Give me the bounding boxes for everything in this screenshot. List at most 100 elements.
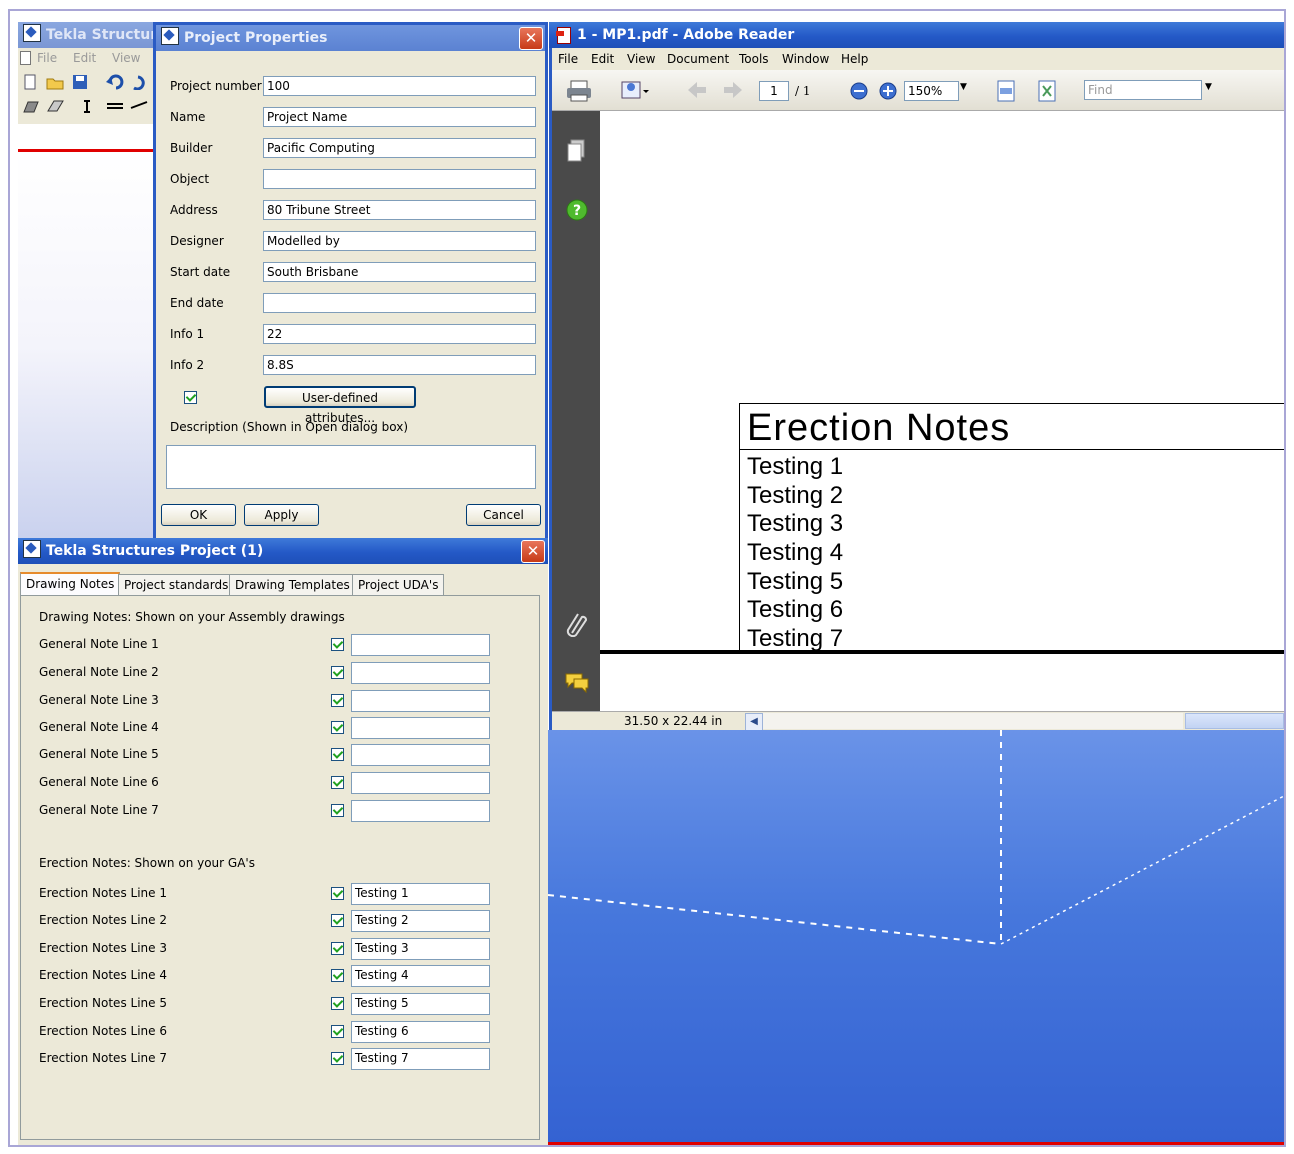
document-view[interactable]: Erection Notes Testing 1 Testing 2 Testi…: [600, 111, 1284, 681]
adobe-menu-window[interactable]: Window: [782, 52, 829, 66]
tekla-main-titlebar[interactable]: Tekla Structures: [18, 22, 168, 48]
zoom-out-icon[interactable]: [850, 82, 868, 100]
tekla-menu-file[interactable]: File: [37, 51, 57, 65]
erection-note-checkbox[interactable]: [331, 942, 344, 955]
address-field[interactable]: 80 Tribune Street: [263, 200, 536, 220]
info-2-field[interactable]: 8.8S: [263, 355, 536, 375]
pages-panel-icon[interactable]: [566, 139, 586, 163]
find-dropdown-arrow-icon[interactable]: ▼: [1205, 82, 1212, 92]
print-icon[interactable]: [566, 80, 592, 102]
tekla-menu-edit[interactable]: Edit: [73, 51, 96, 65]
erection-note-field[interactable]: Testing 1: [351, 883, 490, 905]
email-icon[interactable]: [620, 78, 650, 102]
adobe-menu-edit[interactable]: Edit: [591, 52, 614, 66]
general-note-checkbox[interactable]: [331, 638, 344, 651]
fit-page-icon[interactable]: [1037, 80, 1057, 102]
tab-drawing-templates[interactable]: Drawing Templates: [229, 574, 356, 595]
tab-project-udas[interactable]: Project UDA's: [352, 574, 445, 595]
erection-note-checkbox[interactable]: [331, 1052, 344, 1065]
erection-note-checkbox[interactable]: [331, 997, 344, 1010]
redo-icon[interactable]: [130, 74, 148, 92]
object-field[interactable]: [263, 169, 536, 189]
general-note-checkbox[interactable]: [331, 721, 344, 734]
erection-note-field[interactable]: Testing 3: [351, 938, 490, 960]
description-label: Description (Shown in Open dialog box): [170, 420, 409, 434]
general-note-field[interactable]: [351, 800, 490, 822]
start-date-field[interactable]: South Brisbane: [263, 262, 536, 282]
page-number-input[interactable]: 1: [759, 81, 789, 101]
builder-field[interactable]: Pacific Computing: [263, 138, 536, 158]
adobe-reader-titlebar[interactable]: 1 - MP1.pdf - Adobe Reader: [549, 22, 1284, 48]
erection-note-field[interactable]: Testing 7: [351, 1048, 490, 1070]
column-icon[interactable]: [82, 98, 100, 116]
project-window-close-button[interactable]: ✕: [521, 540, 545, 563]
next-page-icon[interactable]: [722, 80, 744, 100]
tekla-menu-view[interactable]: View: [112, 51, 140, 65]
erection-note-field[interactable]: Testing 2: [351, 910, 490, 932]
general-note-field[interactable]: [351, 690, 490, 712]
adobe-menu-tools[interactable]: Tools: [739, 52, 769, 66]
tab-drawing-notes[interactable]: Drawing Notes: [20, 572, 121, 595]
undo-icon[interactable]: [106, 74, 124, 92]
erection-note-checkbox[interactable]: [331, 914, 344, 927]
attachments-icon[interactable]: [566, 611, 588, 638]
zoom-dropdown-arrow-icon[interactable]: ▼: [960, 82, 967, 92]
uda-checkbox[interactable]: [184, 391, 197, 404]
eraser-icon[interactable]: [46, 98, 64, 116]
tekla-3d-view[interactable]: [548, 730, 1284, 1145]
erection-note-field[interactable]: Testing 5: [351, 993, 490, 1015]
project-properties-close-button[interactable]: ✕: [519, 27, 543, 50]
fit-width-icon[interactable]: [996, 80, 1016, 102]
erection-note-checkbox[interactable]: [331, 1025, 344, 1038]
horizontal-scrollbar-track[interactable]: [763, 713, 1183, 729]
adobe-menu-document[interactable]: Document: [667, 52, 729, 66]
user-defined-attributes-button[interactable]: User-defined attributes...: [264, 386, 416, 425]
end-date-field[interactable]: [263, 293, 536, 313]
open-folder-icon[interactable]: [46, 74, 64, 92]
zoom-in-icon[interactable]: [879, 82, 897, 100]
general-note-field[interactable]: [351, 717, 490, 739]
general-note-checkbox[interactable]: [331, 776, 344, 789]
part-tool-icon[interactable]: [22, 98, 40, 116]
adobe-menu-view[interactable]: View: [627, 52, 655, 66]
find-input[interactable]: Find: [1084, 80, 1202, 100]
save-icon[interactable]: [72, 74, 90, 92]
general-note-field[interactable]: [351, 744, 490, 766]
general-note-checkbox[interactable]: [331, 804, 344, 817]
project-number-field[interactable]: 100: [263, 76, 536, 96]
name-field[interactable]: Project Name: [263, 107, 536, 127]
erection-note-checkbox[interactable]: [331, 969, 344, 982]
apply-button[interactable]: Apply: [244, 504, 319, 526]
description-field[interactable]: [166, 445, 536, 489]
slanted-beam-icon[interactable]: [130, 98, 148, 116]
tab-project-standards[interactable]: Project standards: [118, 574, 235, 595]
project-window-titlebar[interactable]: Tekla Structures Project (1): [18, 538, 548, 564]
erection-note-label: Erection Notes Line 6: [39, 1024, 167, 1038]
help-icon[interactable]: ?: [566, 199, 588, 221]
ok-button[interactable]: OK: [161, 504, 236, 526]
designer-field[interactable]: Modelled by: [263, 231, 536, 251]
comments-icon[interactable]: [564, 671, 590, 694]
horizontal-scroll-left-icon[interactable]: ◀: [745, 713, 763, 731]
cancel-button[interactable]: Cancel: [466, 504, 541, 526]
general-note-checkbox[interactable]: [331, 666, 344, 679]
general-note-field[interactable]: [351, 662, 490, 684]
general-note-field[interactable]: [351, 772, 490, 794]
general-note-checkbox[interactable]: [331, 694, 344, 707]
general-note-field[interactable]: [351, 634, 490, 656]
previous-page-icon[interactable]: [686, 80, 708, 100]
horizontal-scrollbar-thumb[interactable]: [1185, 713, 1284, 729]
tekla-model-view[interactable]: [18, 152, 168, 542]
adobe-menu-help[interactable]: Help: [841, 52, 868, 66]
general-note-checkbox[interactable]: [331, 748, 344, 761]
project-properties-titlebar[interactable]: Project Properties: [156, 25, 545, 51]
zoom-level-select[interactable]: 150%: [904, 81, 959, 101]
erection-note-field[interactable]: Testing 6: [351, 1021, 490, 1043]
erection-note-field[interactable]: Testing 4: [351, 965, 490, 987]
heading-divider: [740, 449, 1284, 450]
beam-icon[interactable]: [106, 98, 124, 116]
adobe-menu-file[interactable]: File: [558, 52, 578, 66]
info-1-field[interactable]: 22: [263, 324, 536, 344]
new-icon[interactable]: [22, 74, 40, 92]
erection-note-checkbox[interactable]: [331, 887, 344, 900]
